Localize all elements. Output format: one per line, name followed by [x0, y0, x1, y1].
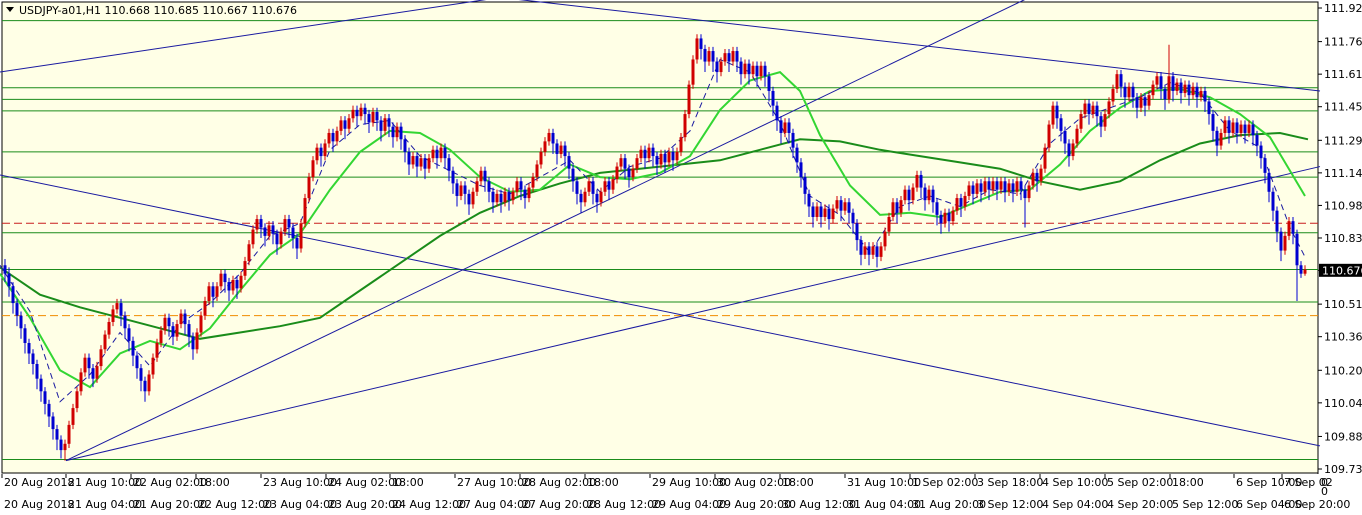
y-tick-label-2: 111.610: [1324, 68, 1362, 81]
x-tick-label-lower-11: 29 Aug 20:00: [717, 498, 791, 511]
y-tick-label-1: 111.765: [1324, 36, 1362, 49]
chart-container[interactable]: 111.925 111.765 111.610 111.455 111.295 111.1…: [0, 0, 1362, 515]
x-tick-label-lower-7: 27 Aug 04:00: [457, 498, 531, 511]
price-chart[interactable]: 111.925 111.765 111.610 111.455 111.295 111.1…: [0, 0, 1362, 515]
x-tick-label-upper-0: 20 Aug 2018: [4, 476, 74, 489]
candle-170: [683, 109, 687, 142]
x-tick-label-upper-15: 3 Sep 18:00: [977, 476, 1043, 489]
x-tick-label-lower-6: 24 Aug 12:00: [392, 498, 466, 511]
x-tick-label-lower-8: 27 Aug 20:00: [522, 498, 596, 511]
candle-171: [687, 80, 691, 119]
candle-76: [307, 172, 311, 203]
y-tick-label-7: 110.830: [1324, 232, 1362, 245]
x-tick-label-lower-10: 29 Aug 04:00: [652, 498, 726, 511]
y-tick-label-9: 110.515: [1324, 298, 1362, 311]
x-tick-label-upper-16: 4 Sep 10:00: [1042, 476, 1108, 489]
chart-header: USDJPY-a01,H1 110.668 110.685 110.667 11…: [6, 4, 297, 17]
y-tick-label-6: 110.985: [1324, 199, 1362, 212]
x-tick-label-lower-2: 21 Aug 20:00: [133, 498, 207, 511]
x-tick-label-upper-9: 18:00: [587, 476, 619, 489]
chart-title: USDJPY-a01,H1 110.668 110.685 110.667 11…: [19, 4, 297, 17]
x-tick-label-lower-1: 21 Aug 04:00: [68, 498, 142, 511]
x-tick-label-lower-3: 22 Aug 12:00: [198, 498, 272, 511]
current-price-marker: 110.676: [1319, 263, 1362, 277]
x-tick-label-upper-17: 5 Sep 02:00: [1107, 476, 1173, 489]
y-tick-label-13: 109.885: [1324, 430, 1362, 443]
y-tick-label-10: 110.360: [1324, 331, 1362, 344]
y-tick-label-11: 110.200: [1324, 364, 1362, 377]
x-tick-label-upper-6: 18:00: [392, 476, 424, 489]
y-tick-label-5: 111.140: [1324, 167, 1362, 180]
y-tick-label-14: 109.730: [1324, 463, 1362, 476]
y-tick-label-4: 111.295: [1324, 134, 1362, 147]
x-tick-label-lower-13: 31 Aug 04:00: [847, 498, 921, 511]
current-price-label: 110.676: [1322, 264, 1362, 277]
y-tick-label-3: 111.455: [1324, 101, 1362, 114]
candle-75: [303, 193, 307, 228]
x-tick-label-upper-14: 1 Sep 02:00: [912, 476, 978, 489]
x-tick-label-upper-18: 18:00: [1172, 476, 1204, 489]
x-tick-label-lower-20: 6 Sep 20:00: [1284, 498, 1350, 511]
x-tick-label-lower-16: 4 Sep 04:00: [1042, 498, 1108, 511]
x-tick-label-lower-12: 30 Aug 12:00: [782, 498, 856, 511]
x-tick-label-lower-4: 23 Aug 04:00: [263, 498, 337, 511]
price-axis-ticks: 111.925 111.765 111.610 111.455 111.295 111.1…: [1318, 2, 1362, 476]
y-tick-label-0: 111.925: [1324, 2, 1362, 15]
x-tick-label-lower-15: 3 Sep 12:00: [977, 498, 1043, 511]
x-tick-label-lower-18: 5 Sep 12:00: [1172, 498, 1238, 511]
candle-74: [299, 219, 303, 253]
x-tick-label-lower-14: 31 Aug 20:00: [912, 498, 986, 511]
x-tick-label-lower-0: 20 Aug 2018: [4, 498, 74, 511]
corner-label-bottom: 0: [1321, 485, 1328, 498]
x-tick-label-upper-12: 18:00: [782, 476, 814, 489]
candle-172: [691, 55, 695, 89]
candle-260: [1043, 143, 1047, 173]
y-tick-label-12: 110.045: [1324, 397, 1362, 410]
x-tick-label-lower-17: 4 Sep 20:00: [1107, 498, 1173, 511]
x-tick-label-lower-9: 28 Aug 12:00: [587, 498, 661, 511]
x-tick-label-upper-3: 18:00: [198, 476, 230, 489]
candle-261: [1047, 120, 1051, 152]
candle-173: [695, 34, 699, 64]
